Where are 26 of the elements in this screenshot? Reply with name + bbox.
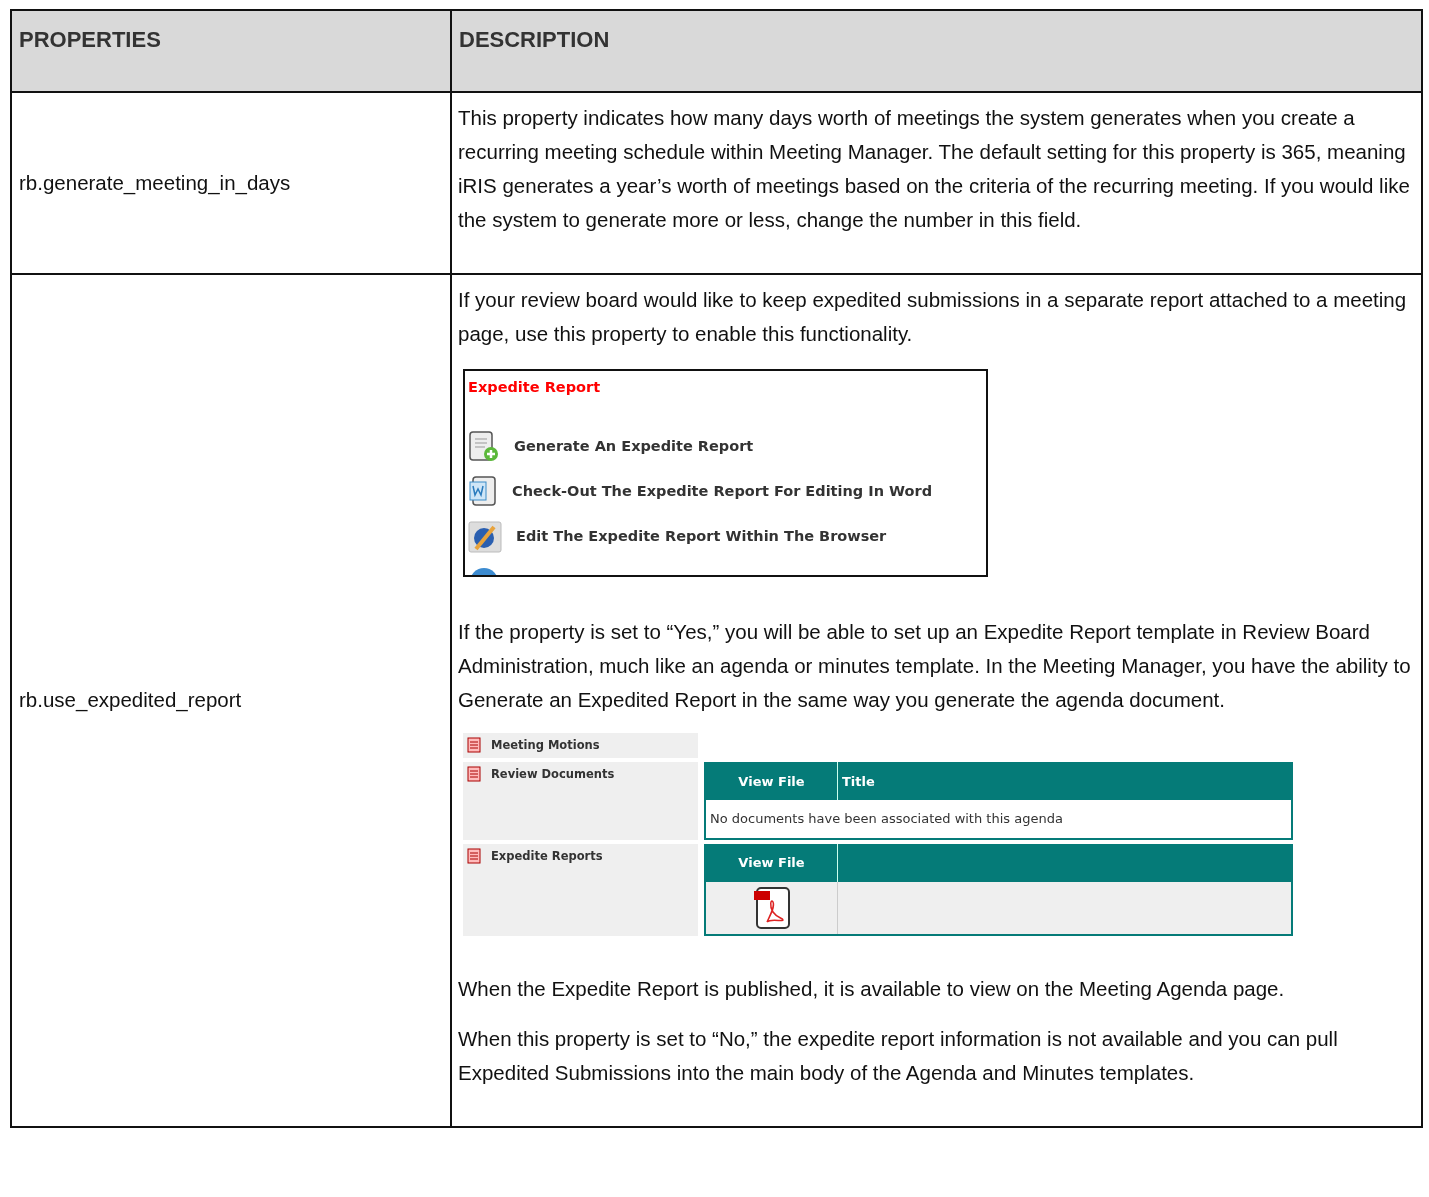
word-document-icon — [468, 476, 498, 509]
column-header: View File — [738, 772, 805, 791]
paragraph: This property indicates how many days worth of meetings the system generates when you create a recurring meeting schedule within Meeting Manager. The default setting for this property is 365, meaning iRIS generates a year’s worth of meetings based on the criteria of the recurring meeting. If you would like the system to generate more or less, change the number in this field. — [458, 105, 1411, 233]
menu-item[interactable]: Generate An Expedite Report — [514, 436, 754, 459]
menu-title: Expedite Report — [468, 378, 602, 397]
paragraph: When the Expedite Report is published, it is available to view on the Meeting Agenda page. — [458, 975, 1286, 1002]
document-icon — [467, 847, 481, 864]
paragraph: When this property is set to “No,” the expedite report information is not available and you can pull Expedited Submissions into the main body of the Agenda and Minutes templates. — [458, 1025, 1339, 1086]
section-label: Expedite Reports — [491, 847, 603, 865]
column-header: DESCRIPTION — [451, 10, 1422, 92]
paragraph: If the property is set to “Yes,” you will be able to set up an Expedite Report template in Review Board Administration, much like an agenda or minutes template. In the Meeting Manager, you have the ability to Generate an Expedited Report in the same way you generate the agenda document. — [458, 619, 1412, 713]
pencil-globe-icon — [468, 521, 502, 554]
paragraph: If your review board would like to keep expedited submissions in a separate report attached to a meeting page, use this property to enable this functionality. — [458, 287, 1408, 347]
menu-item[interactable]: Check-Out The Expedite Report For Editing In Word — [512, 481, 932, 504]
section-label: Meeting Motions — [491, 737, 600, 754]
document-icon — [467, 766, 481, 783]
property-name: rb.use_expedited_report — [19, 688, 242, 711]
pdf-file-icon — [752, 885, 791, 930]
menu-item[interactable]: Edit The Expedite Report Within The Browser — [516, 526, 887, 549]
document-icon — [467, 737, 481, 753]
property-name: rb.generate_meeting_in_days — [19, 170, 291, 194]
column-header: PROPERTIES — [11, 10, 451, 92]
document-add-icon — [468, 431, 500, 464]
section-label: Review Documents — [491, 766, 615, 784]
column-header: View File — [738, 854, 805, 872]
column-header: Title — [842, 773, 875, 789]
